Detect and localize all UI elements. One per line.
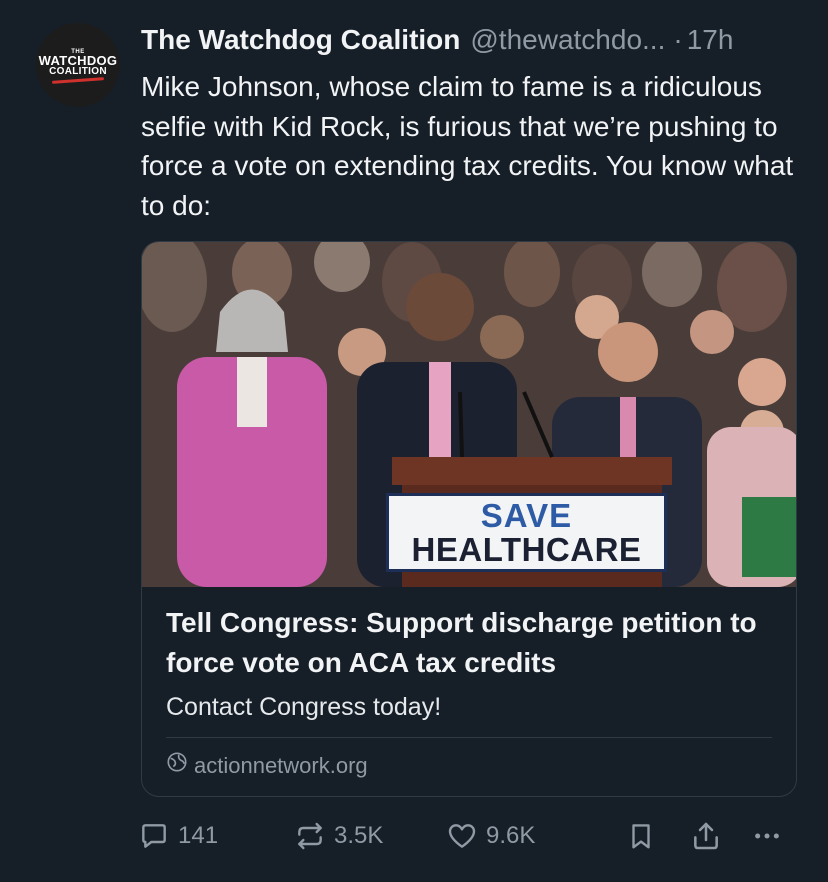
- more-icon: [750, 820, 784, 852]
- like-icon: [446, 820, 478, 852]
- avatar-text-main: WATCHDOG: [38, 52, 118, 68]
- reply-button[interactable]: 141: [138, 816, 218, 856]
- post-timestamp[interactable]: 17h: [687, 22, 734, 58]
- avatar-underline: [51, 76, 105, 84]
- avatar-text-sub: COALITION: [49, 65, 107, 77]
- share-button[interactable]: [690, 816, 722, 856]
- post-header: The Watchdog Coalition @thewatchdo... · …: [141, 22, 800, 58]
- action-bar: 141 3.5K 9.6K: [138, 816, 798, 856]
- link-card-domain[interactable]: actionnetwork.org: [166, 751, 368, 781]
- repost-count: 3.5K: [334, 822, 384, 849]
- repost-icon: [294, 820, 326, 852]
- sign-line-2: HEALTHCARE: [411, 530, 642, 568]
- header-separator: ·: [673, 24, 683, 55]
- reply-icon: [138, 820, 170, 852]
- bookmark-button[interactable]: [626, 816, 656, 856]
- share-icon: [690, 820, 722, 852]
- like-count: 9.6K: [486, 822, 536, 849]
- sign-line-1: SAVE: [480, 496, 573, 534]
- link-card-divider: [166, 737, 772, 738]
- reply-count: 141: [178, 822, 219, 849]
- user-handle[interactable]: @thewatchdo...: [470, 22, 665, 58]
- display-name[interactable]: The Watchdog Coalition: [141, 22, 460, 58]
- more-options-button[interactable]: [750, 816, 784, 856]
- link-card-image: SAVE HEALTHCARE: [142, 242, 796, 587]
- link-card-title: Tell Congress: Support discharge petitio…: [166, 607, 757, 678]
- globe-icon: [166, 751, 188, 781]
- post-avatar[interactable]: THE WATCHDOG COALITION: [36, 23, 120, 107]
- save-healthcare-sign: SAVE HEALTHCARE: [386, 493, 667, 572]
- bookmark-icon: [626, 820, 656, 852]
- repost-button[interactable]: 3.5K: [294, 816, 383, 856]
- link-domain-text: actionnetwork.org: [194, 753, 368, 778]
- post-text: Mike Johnson, whose claim to fame is a r…: [141, 71, 794, 221]
- link-card[interactable]: SAVE HEALTHCARE Tell Congress: Support d…: [141, 241, 797, 797]
- like-button[interactable]: 9.6K: [446, 816, 535, 856]
- link-card-description: Contact Congress today!: [166, 693, 442, 721]
